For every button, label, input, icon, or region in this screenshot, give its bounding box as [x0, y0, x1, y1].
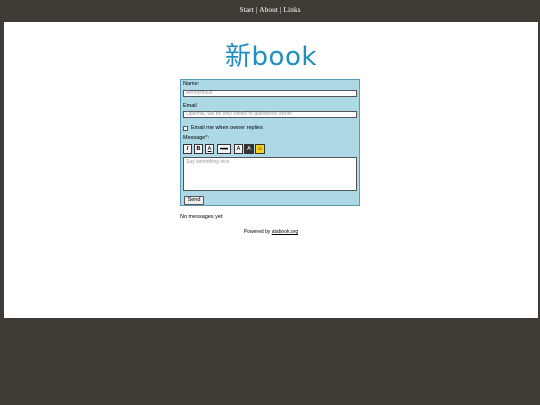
no-messages-text: No messages yet — [180, 214, 223, 220]
powered-by: Powered by atabook.org — [4, 229, 538, 235]
nav-links-link[interactable]: Links — [283, 5, 300, 14]
name-input[interactable]: Anonymous — [183, 90, 357, 97]
site-logo: 新book — [225, 42, 317, 72]
smiley-icon[interactable]: ☺ — [255, 144, 265, 154]
notify-checkbox[interactable] — [183, 126, 188, 131]
nav-about-link[interactable]: About — [259, 5, 278, 14]
notify-label: Email me when owner replies — [191, 125, 263, 131]
strikethrough-button[interactable]: Aaa — [217, 144, 231, 154]
send-button[interactable]: Send — [184, 196, 204, 205]
nav-separator: | — [279, 5, 282, 14]
message-textarea[interactable]: Say something nice — [183, 157, 357, 191]
top-nav: Start | About | Links — [0, 0, 540, 22]
bold-button[interactable]: B — [194, 144, 203, 154]
main-page: 新book Name: Anonymous Email Optional, wi… — [4, 22, 538, 318]
font-button[interactable]: A — [234, 144, 243, 154]
underline-button[interactable]: A — [205, 144, 214, 154]
name-label: Name: — [183, 81, 200, 87]
guestbook-form: Name: Anonymous Email Optional, will be … — [180, 79, 360, 206]
color-button[interactable]: A — [244, 144, 254, 154]
italic-button[interactable]: I — [183, 144, 192, 154]
message-label: Message*: — [183, 135, 209, 141]
nav-separator: | — [255, 5, 258, 14]
email-input[interactable]: Optional, will be only visible to guestb… — [183, 111, 357, 118]
email-label: Email — [183, 103, 197, 109]
atabook-link[interactable]: atabook.org — [272, 229, 298, 235]
powered-prefix: Powered by — [243, 229, 271, 235]
nav-start-link[interactable]: Start — [239, 5, 253, 14]
